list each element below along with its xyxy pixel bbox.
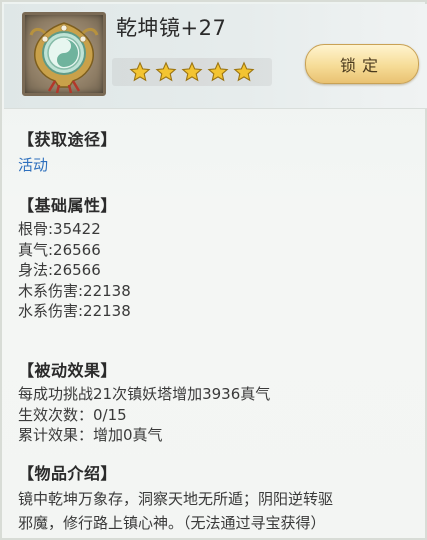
- base-attributes-section: 【基础属性】 根骨:35422 真气:26566 身法:26566 木系伤害:2…: [18, 192, 131, 322]
- star-icon: [155, 61, 177, 82]
- passive-effect-section: 【被动效果】 每成功挑战21次镇妖塔增加3936真气 生效次数：0/15 累计效…: [18, 357, 270, 446]
- item-intro-line: 镜中乾坤万象存，洞察天地无所遁；阴阳逆转驱: [18, 490, 334, 508]
- passive-effect-line: 每成功挑战21次镇妖塔增加3936真气: [18, 385, 271, 403]
- item-intro-section: 【物品介绍】 镜中乾坤万象存，洞察天地无所遁；阴阳逆转驱 邪魔，修行路上镇心神。…: [18, 460, 418, 535]
- attribute-line: 身法:26566: [18, 261, 101, 279]
- passive-effect-line: 累计效果：增加0真气: [18, 426, 163, 444]
- item-name: 乾坤镜+27: [116, 16, 227, 40]
- attribute-line: 水系伤害:22138: [18, 302, 131, 320]
- star-rating: [112, 58, 272, 86]
- attribute-line: 真气:26566: [18, 240, 101, 259]
- star-icon: [129, 61, 151, 82]
- base-attributes-heading: 【基础属性】: [18, 196, 118, 215]
- star-icon: [207, 61, 229, 82]
- passive-effect-heading: 【被动效果】: [18, 361, 118, 380]
- acquire-heading: 【获取途径】: [18, 130, 118, 149]
- mirror-item-icon: [22, 12, 106, 96]
- attribute-line: 木系伤害:22138: [18, 281, 131, 300]
- item-intro-heading: 【物品介绍】: [18, 464, 118, 483]
- star-icon: [233, 61, 255, 82]
- acquire-section: 【获取途径】 活动: [18, 126, 117, 175]
- item-header: 乾坤镜+27 锁定: [4, 4, 427, 108]
- passive-effect-line: 生效次数：0/15: [18, 405, 127, 424]
- lock-button[interactable]: 锁定: [305, 44, 419, 84]
- header-divider: [4, 108, 427, 109]
- attribute-line: 根骨:35422: [18, 220, 101, 238]
- acquire-source-link[interactable]: 活动: [18, 154, 117, 175]
- star-icon: [181, 61, 203, 82]
- item-tooltip-panel: 乾坤镜+27 锁定 【获取途径】 活动 【基础属性】 根骨:35422 真气:2…: [0, 0, 427, 540]
- item-intro-line: 邪魔，修行路上镇心神。（无法通过寻宝获得）: [18, 514, 326, 532]
